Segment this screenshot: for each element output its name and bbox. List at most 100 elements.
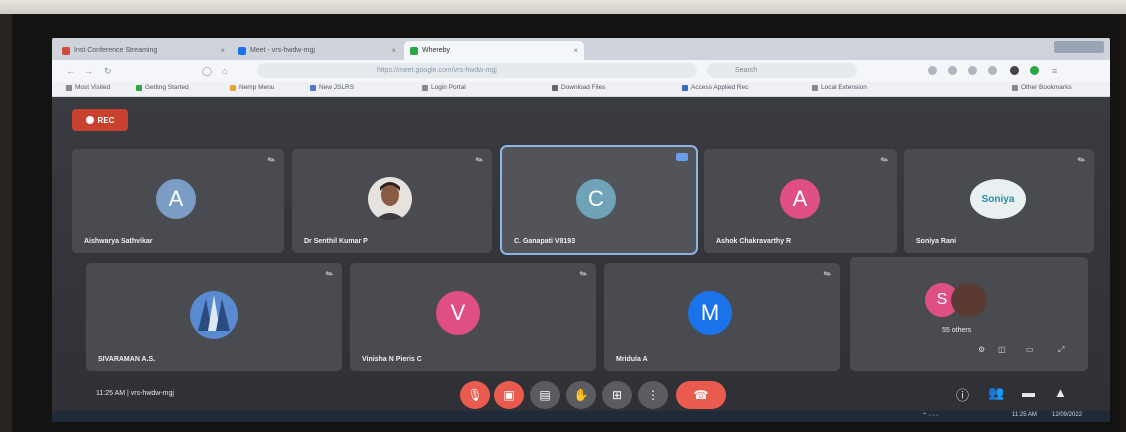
bookmark-item[interactable]: Download Files	[552, 84, 605, 91]
mic-muted-icon: ✎	[474, 153, 486, 167]
search-input[interactable]: Search	[707, 63, 857, 78]
expand-icon[interactable]: ⤢	[1058, 345, 1064, 355]
browser-tab[interactable]: Meet - vrs-hwdw-mgj ×	[232, 41, 402, 60]
sidebar-icon[interactable]	[988, 66, 997, 75]
meeting-area: REC ✎ A Aishwarya Sathvikar ✎ Dr Senthil…	[52, 97, 1110, 422]
menu-icon[interactable]: ≡	[1052, 66, 1057, 76]
others-count: 55 others	[942, 327, 972, 334]
mic-icon: 🎙	[467, 388, 483, 402]
participant-tile[interactable]: ✎ SIVARAMAN A.S.	[86, 263, 342, 371]
os-taskbar: ⌃ ◦ ◦ ◦ 11:25 AM 12/09/2022	[52, 411, 1110, 422]
mic-muted-icon: ✎	[266, 153, 278, 167]
captions-button[interactable]: ▤	[530, 381, 560, 409]
lock-icon: ⌂	[222, 66, 228, 76]
bookmark-item[interactable]: New JSLRS	[310, 84, 354, 91]
avatar-photo	[368, 177, 412, 221]
address-bar[interactable]: https://meet.google.com/vrs-hwdw-mgj	[257, 63, 697, 78]
close-icon[interactable]: ×	[573, 46, 578, 55]
participant-name: Soniya Rani	[916, 238, 957, 245]
present-icon: ⊞	[611, 388, 623, 402]
info-icon[interactable]: ⓘ	[956, 385, 969, 404]
reload-icon[interactable]: ↻	[104, 66, 112, 77]
activities-icon[interactable]: ▲	[1054, 385, 1067, 400]
taskbar-date: 12/09/2022	[1052, 412, 1083, 418]
mic-button[interactable]: 🎙	[460, 381, 490, 409]
chat-icon[interactable]: ▬	[1022, 385, 1035, 400]
participant-tile[interactable]: ✎ A Aishwarya Sathvikar	[72, 149, 284, 253]
taskbar-time: 11:25 AM	[1012, 412, 1037, 418]
bookmark-item[interactable]: Getting Started	[136, 84, 189, 91]
mic-muted-icon: ✎	[324, 267, 336, 281]
more-options-button[interactable]: ⋮	[638, 381, 668, 409]
tab-favicon-icon	[62, 46, 70, 55]
captions-icon: ▤	[539, 388, 551, 402]
raise-hand-button[interactable]: ✋	[566, 381, 596, 409]
tab-label: Meet - vrs-hwdw-mgj	[250, 47, 315, 54]
library-icon[interactable]	[968, 66, 977, 75]
participant-tile[interactable]: ✎ M Mridula A	[604, 263, 840, 371]
bookmark-item[interactable]: Local Extension	[812, 84, 867, 91]
recording-badge: REC	[72, 109, 128, 131]
extension-green-icon[interactable]	[1030, 66, 1039, 75]
participant-tile[interactable]: ✎ Dr Senthil Kumar P	[292, 149, 492, 253]
participant-name: Aishwarya Sathvikar	[84, 238, 153, 245]
people-icon[interactable]: 👥	[988, 385, 1004, 401]
forward-icon[interactable]: →	[84, 66, 93, 76]
participant-name: Mridula A	[616, 356, 648, 363]
participant-tile-active-speaker[interactable]: C C. Ganapati V8193	[500, 145, 698, 255]
bookmark-item[interactable]: Nemp Menu	[230, 84, 274, 91]
download-icon[interactable]	[948, 66, 957, 75]
avatar: M	[688, 291, 732, 335]
avatar-image	[190, 291, 238, 339]
tab-strip: Inst Conference Streaming × Meet - vrs-h…	[52, 38, 1110, 60]
pin-icon[interactable]	[676, 153, 688, 161]
tab-favicon-icon	[410, 46, 418, 55]
bookmarks-bar: Most Visited Getting Started Nemp Menu N…	[52, 82, 1110, 97]
mic-muted-icon: ✎	[1076, 153, 1088, 167]
participant-name: C. Ganapati V8193	[514, 238, 576, 245]
back-icon[interactable]: ←	[66, 66, 75, 76]
participant-tile[interactable]: ✎ Soniya Soniya Rani	[904, 149, 1094, 253]
monitor-edge	[0, 14, 12, 432]
account-icon[interactable]	[1010, 66, 1019, 75]
more-icon: ⋮	[647, 388, 659, 402]
tab-favicon-icon	[238, 46, 246, 55]
bookmark-item[interactable]: Most Visited	[66, 84, 110, 91]
close-icon[interactable]: ×	[391, 46, 396, 55]
browser-tab[interactable]: Inst Conference Streaming ×	[56, 41, 231, 60]
end-call-icon: ☎	[693, 388, 709, 402]
wall-background	[0, 0, 1126, 14]
tab-label: Inst Conference Streaming	[74, 47, 158, 54]
mic-muted-icon: ✎	[822, 267, 834, 281]
extension-icon[interactable]	[928, 66, 937, 75]
participant-tile[interactable]: ✎ A Ashok Chakravarthy R	[704, 149, 897, 253]
browser-toolbar: ← → ↻ ◯ ⌂ https://meet.google.com/vrs-hw…	[52, 60, 1110, 82]
participant-name: SIVARAMAN A.S.	[98, 356, 156, 363]
window-controls[interactable]	[1054, 41, 1104, 53]
camera-button[interactable]: ▣	[494, 381, 524, 409]
bookmark-item[interactable]: Login Portal	[422, 84, 466, 91]
end-call-button[interactable]: ☎	[676, 381, 726, 409]
hand-icon: ✋	[573, 388, 589, 402]
avatar: A	[156, 179, 196, 219]
avatar-photo	[951, 283, 987, 317]
tray-icons[interactable]: ⌃ ◦ ◦ ◦	[922, 412, 938, 419]
bookmark-item[interactable]: Other Bookmarks	[1012, 84, 1072, 91]
participant-tile[interactable]: ✎ V Vinisha N Pieris C	[350, 263, 596, 371]
screen: Inst Conference Streaming × Meet - vrs-h…	[52, 38, 1110, 422]
shield-icon[interactable]: ◯	[202, 66, 212, 77]
mic-muted-icon: ✎	[879, 153, 891, 167]
record-icon	[85, 116, 94, 124]
close-icon[interactable]: ×	[220, 46, 225, 55]
bookmark-item[interactable]: Access Applied Rec	[682, 84, 748, 91]
browser-tab-active[interactable]: Whereby ×	[404, 41, 584, 60]
tab-label: Whereby	[422, 47, 451, 54]
tile-settings-icon[interactable]: ⚙	[978, 345, 985, 354]
others-tile[interactable]: S 55 others ⚙ ◫ ▭ ⤢	[850, 257, 1088, 371]
tile-more-icon[interactable]: ▭	[1026, 345, 1034, 354]
avatar: A	[780, 179, 820, 219]
avatar: C	[576, 179, 616, 219]
tile-mute-icon[interactable]: ◫	[998, 345, 1006, 354]
meeting-clock: 11:25 AM | vrs-hwdw-mgj	[96, 390, 174, 397]
present-button[interactable]: ⊞	[602, 381, 632, 409]
